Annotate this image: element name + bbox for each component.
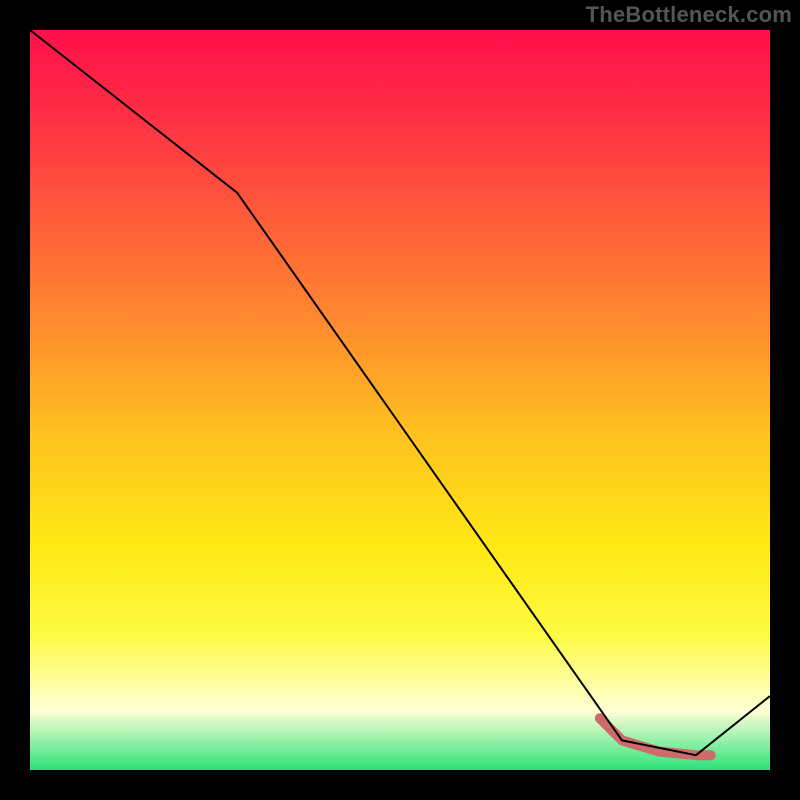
chart-frame: TheBottleneck.com (0, 0, 800, 800)
watermark-text: TheBottleneck.com (586, 2, 792, 28)
series-line-main (30, 30, 770, 755)
highlight-segment (600, 718, 711, 755)
plot-overlay (30, 30, 770, 770)
plot-area (30, 30, 770, 770)
